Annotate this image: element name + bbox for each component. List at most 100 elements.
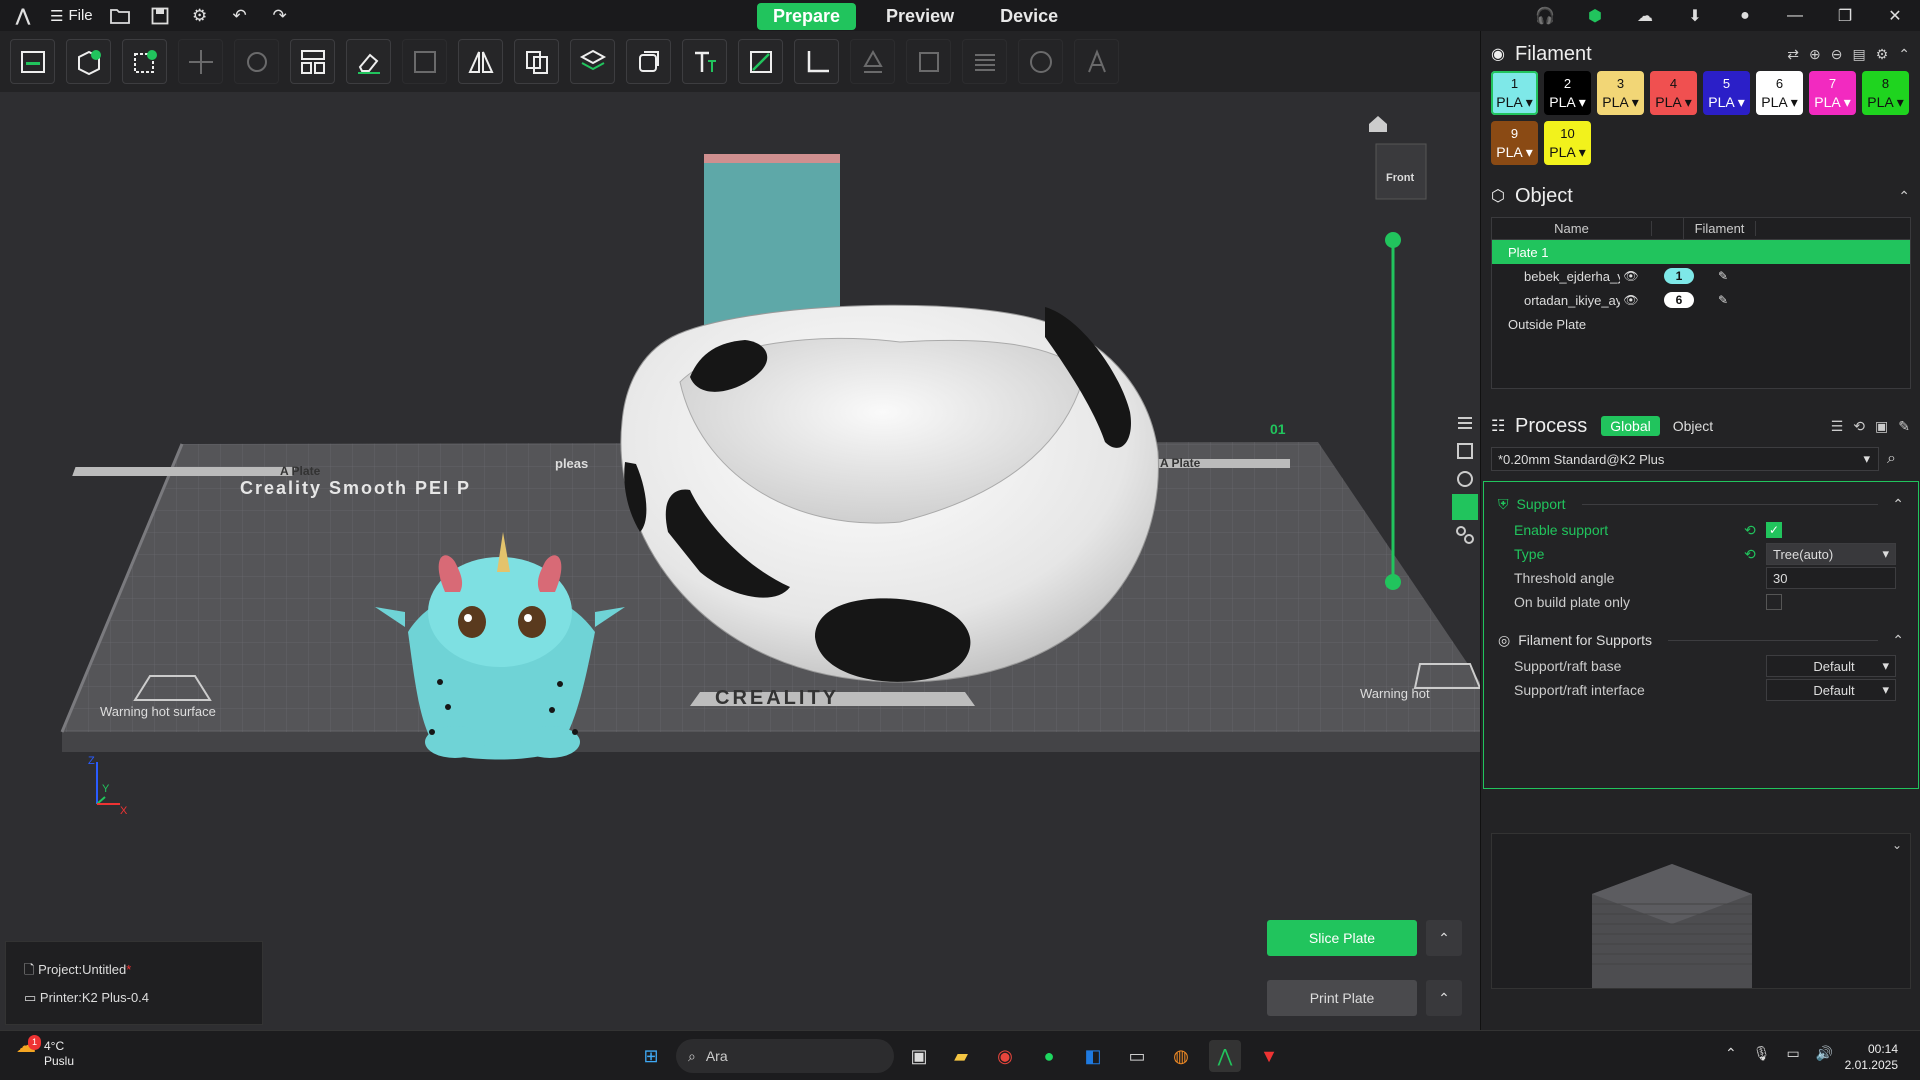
col-name-header[interactable]: Name bbox=[1492, 221, 1652, 236]
process-save-icon[interactable]: ▣ bbox=[1875, 418, 1888, 435]
file-explorer-icon[interactable]: ▰ bbox=[945, 1040, 977, 1072]
fuzzy-skin-tool[interactable] bbox=[1018, 39, 1063, 84]
process-list-icon[interactable]: ☰ bbox=[1831, 418, 1844, 435]
object-filament-chip[interactable]: 6 bbox=[1664, 292, 1694, 308]
file-menu-button[interactable]: ☰ File bbox=[50, 7, 93, 25]
support-paint-tool[interactable] bbox=[850, 39, 895, 84]
scene-canvas[interactable]: 01 Creality Smooth PEI P A Plate pleas A… bbox=[0, 92, 1480, 1030]
build-plate-only-checkbox[interactable] bbox=[1766, 594, 1782, 610]
slice-plate-button[interactable]: Slice Plate bbox=[1267, 920, 1417, 956]
download-icon[interactable]: ⬇ bbox=[1670, 0, 1720, 31]
add-part-tool[interactable] bbox=[122, 39, 167, 84]
tab-prepare[interactable]: Prepare bbox=[757, 3, 857, 30]
mirror-tool[interactable] bbox=[458, 39, 503, 84]
filament-settings-icon[interactable]: ⚙ bbox=[1876, 46, 1889, 63]
object-paint-icon[interactable]: ✎ bbox=[1718, 269, 1728, 283]
windows-start-icon[interactable]: ⊞ bbox=[635, 1040, 667, 1072]
search-icon[interactable]: ⌕ bbox=[1887, 450, 1896, 468]
task-view-icon[interactable]: ▣ bbox=[903, 1040, 935, 1072]
close-icon[interactable]: ✕ bbox=[1870, 0, 1920, 31]
filament-sync-icon[interactable]: ⇄ bbox=[1787, 46, 1799, 63]
object-filament-chip[interactable]: 1 bbox=[1664, 268, 1694, 284]
app-red-icon[interactable]: ▼ bbox=[1253, 1040, 1285, 1072]
process-edit-icon[interactable]: ✎ bbox=[1898, 418, 1910, 435]
filament-slot-3[interactable]: 3 PLA ▾ bbox=[1597, 71, 1644, 115]
tray-chevron-up-icon[interactable]: ⌃ bbox=[1725, 1045, 1737, 1062]
app-logo-icon[interactable]: ⋀ bbox=[10, 4, 36, 28]
process-compare-icon[interactable]: ⟲ bbox=[1853, 418, 1865, 435]
erase-tool[interactable] bbox=[346, 39, 391, 84]
threshold-angle-input[interactable]: 30 bbox=[1766, 567, 1896, 589]
taskbar-search[interactable]: ⌕ Ara bbox=[676, 1039, 894, 1073]
object-row-bowl[interactable]: ortadan_ikiye_ayrılm_C 👁 6 ✎ bbox=[1492, 288, 1910, 312]
layer-view-tool[interactable] bbox=[962, 39, 1007, 84]
filament-slot-6[interactable]: 6 PLA ▾ bbox=[1756, 71, 1803, 115]
shield-icon[interactable]: ⬢ bbox=[1570, 0, 1620, 31]
filament-edit-icon[interactable]: ▤ bbox=[1852, 46, 1865, 63]
cloud-upload-icon[interactable]: ☁ bbox=[1620, 0, 1670, 31]
blender-icon[interactable]: ◍ bbox=[1165, 1040, 1197, 1072]
tab-device[interactable]: Device bbox=[984, 3, 1074, 30]
network-icon[interactable]: ▭ bbox=[1787, 1045, 1800, 1062]
measure-tool[interactable] bbox=[794, 39, 839, 84]
maximize-icon[interactable]: ❐ bbox=[1820, 0, 1870, 31]
weather-widget[interactable]: ☁ 1 4°C Puslu bbox=[16, 1035, 74, 1069]
outside-plate-row[interactable]: Outside Plate bbox=[1492, 312, 1910, 336]
save-icon[interactable] bbox=[147, 4, 173, 28]
reset-icon[interactable]: ⟲ bbox=[1744, 546, 1766, 563]
support-group-header[interactable]: ⛨ Support ⌃ bbox=[1484, 490, 1918, 518]
tab-global[interactable]: Global bbox=[1601, 416, 1660, 436]
redo-icon[interactable]: ↷ bbox=[267, 4, 293, 28]
filament-supports-group-header[interactable]: ◎ Filament for Supports ⌃ bbox=[1484, 626, 1918, 654]
taskbar-clock[interactable]: 00:14 2.01.2025 bbox=[1845, 1041, 1898, 1073]
microphone-icon[interactable]: 🎙 bbox=[1753, 1045, 1771, 1062]
split-tool[interactable] bbox=[514, 39, 559, 84]
layer-slider-top-handle[interactable] bbox=[1385, 232, 1401, 248]
side-tool-misc[interactable] bbox=[1452, 522, 1478, 548]
tab-preview[interactable]: Preview bbox=[870, 3, 970, 30]
settings-gear-icon[interactable]: ⚙ bbox=[187, 4, 213, 28]
text-tool[interactable] bbox=[682, 39, 727, 84]
object-paint-icon[interactable]: ✎ bbox=[1718, 293, 1728, 307]
terminal-icon[interactable]: ▭ bbox=[1121, 1040, 1153, 1072]
scale-tool[interactable] bbox=[402, 39, 447, 84]
filament-slot-1[interactable]: 1 PLA ▾ bbox=[1491, 71, 1538, 115]
side-tool-table[interactable] bbox=[1452, 438, 1478, 464]
col-filament-header[interactable]: Filament bbox=[1684, 221, 1756, 236]
3d-viewport[interactable]: 01 Creality Smooth PEI P A Plate pleas A… bbox=[0, 92, 1480, 1030]
visibility-eye-icon[interactable]: 👁 bbox=[1620, 293, 1642, 307]
filament-slot-2[interactable]: 2 PLA ▾ bbox=[1544, 71, 1591, 115]
open-folder-icon[interactable] bbox=[107, 4, 133, 28]
raft-interface-select[interactable]: Default ▾ bbox=[1766, 679, 1896, 701]
rotate-tool[interactable] bbox=[234, 39, 279, 84]
process-preset-select[interactable]: *0.20mm Standard@K2 Plus ▾ bbox=[1491, 447, 1879, 471]
chrome-icon[interactable]: ◉ bbox=[989, 1040, 1021, 1072]
filament-slot-7[interactable]: 7 PLA ▾ bbox=[1809, 71, 1856, 115]
spotify-icon[interactable]: ● bbox=[1033, 1040, 1065, 1072]
reset-icon[interactable]: ⟲ bbox=[1744, 522, 1766, 539]
side-tool-speed[interactable] bbox=[1452, 466, 1478, 492]
font-tool[interactable] bbox=[1074, 39, 1119, 84]
filament-collapse-icon[interactable]: ⌃ bbox=[1898, 46, 1910, 63]
filament-remove-icon[interactable]: ⊖ bbox=[1831, 46, 1843, 63]
seam-paint-tool[interactable] bbox=[906, 39, 951, 84]
filament-add-icon[interactable]: ⊕ bbox=[1809, 46, 1821, 63]
move-tool[interactable] bbox=[178, 39, 223, 84]
minimize-icon[interactable]: — bbox=[1770, 0, 1820, 31]
headset-icon[interactable]: 🎧 bbox=[1520, 0, 1570, 31]
home-view-icon[interactable] bbox=[1369, 116, 1387, 132]
filament-slot-9[interactable]: 9 PLA ▾ bbox=[1491, 121, 1538, 165]
side-tool-support[interactable] bbox=[1452, 494, 1478, 520]
tab-object[interactable]: Object bbox=[1664, 416, 1722, 436]
cut-tool[interactable] bbox=[626, 39, 671, 84]
visibility-eye-icon[interactable]: 👁 bbox=[1620, 269, 1642, 283]
paint-tool[interactable] bbox=[738, 39, 783, 84]
arrange-tool[interactable] bbox=[290, 39, 335, 84]
enable-support-checkbox[interactable]: ✓ bbox=[1766, 522, 1782, 538]
add-object-tool[interactable] bbox=[66, 39, 111, 84]
user-icon[interactable]: ● bbox=[1720, 0, 1770, 31]
outlook-icon[interactable]: ◧ bbox=[1077, 1040, 1109, 1072]
undo-icon[interactable]: ↶ bbox=[227, 4, 253, 28]
slice-options-chevron-up-icon[interactable]: ⌃ bbox=[1426, 920, 1462, 956]
raft-base-select[interactable]: Default ▾ bbox=[1766, 655, 1896, 677]
